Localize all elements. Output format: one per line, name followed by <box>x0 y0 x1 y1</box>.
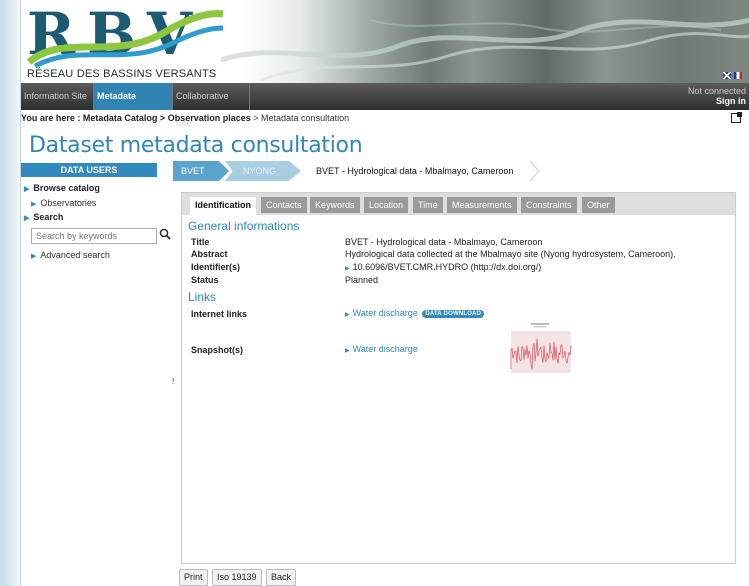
header-banner: R B V RÉSEAU DES BASSINS VERSANTS <box>21 0 749 83</box>
title-value: BVET - Hydrological data - Mbalmayo, Cam… <box>345 237 543 247</box>
tab-information-site[interactable]: Information Site <box>21 83 94 110</box>
keyword-search-input[interactable] <box>31 228 157 244</box>
triangle-right-icon: ▶ <box>31 253 37 260</box>
breadcrumb-metadata-catalog[interactable]: Metadata Catalog <box>83 113 158 123</box>
snapshot-water-discharge-link[interactable]: Water discharge <box>353 344 418 354</box>
sidebar-item-browse-catalog[interactable]: ▶ Browse catalog <box>24 183 100 193</box>
snapshot-thumbnail[interactable] <box>507 321 573 377</box>
metadata-panel: Identification Contacts Keywords Locatio… <box>181 192 736 564</box>
metadata-tabs: Identification Contacts Keywords Locatio… <box>182 193 735 215</box>
identifier-label: Identifier(s) <box>191 262 241 272</box>
tab-collaborative-site[interactable]: Collaborative Site <box>173 83 250 128</box>
status-label: Status <box>191 275 219 285</box>
sidebar-item-label: Observatories <box>40 198 97 208</box>
triangle-right-icon: ▶ <box>24 215 30 222</box>
river-photo <box>221 17 749 82</box>
french-flag-icon[interactable] <box>734 72 742 79</box>
svg-text:B: B <box>87 2 133 68</box>
back-button[interactable]: Back <box>266 569 297 586</box>
breadcrumb-prefix: You are here : <box>21 113 81 123</box>
tab-contacts[interactable]: Contacts <box>261 197 307 213</box>
abstract-label: Abstract <box>191 249 228 259</box>
tab-constraints[interactable]: Constraints <box>521 197 577 213</box>
sign-in-link[interactable]: Sign in <box>688 96 746 106</box>
abstract-value: Hydrological data collected at the Mbalm… <box>345 249 676 259</box>
internet-links-label: Internet links <box>191 309 248 319</box>
dataset-path-title: BVET - Hydrological data - Mbalmayo, Cam… <box>316 166 514 176</box>
breadcrumb-separator: > <box>159 113 166 123</box>
links-heading: Links <box>188 290 217 304</box>
water-discharge-link[interactable]: Water discharge <box>353 308 418 318</box>
triangle-right-icon: ▶ <box>345 266 350 272</box>
breadcrumb: You are here : Metadata Catalog > Observ… <box>21 113 349 123</box>
english-flag-icon[interactable] <box>723 72 731 79</box>
triangle-right-icon: ▶ <box>24 186 30 193</box>
tab-other[interactable]: Other <box>582 197 615 213</box>
data-download-badge[interactable]: DATA DOWNLOAD <box>422 310 485 318</box>
title-label: Title <box>191 237 210 247</box>
sidebar-item-advanced-search[interactable]: ▶ Advanced search <box>31 250 110 260</box>
site-subtitle: RÉSEAU DES BASSINS VERSANTS <box>27 68 217 80</box>
triangle-right-icon: ▶ <box>345 312 350 318</box>
internet-link-row: ▶ Water discharge DATA DOWNLOAD <box>345 308 485 318</box>
breadcrumb-current: Metadata consultation <box>261 113 350 123</box>
chevron-right-icon <box>529 160 540 182</box>
top-navbar: Information Site Metadata Catalog Collab… <box>21 83 749 128</box>
sidebar-marker: ! <box>172 377 175 386</box>
tab-time[interactable]: Time <box>413 197 443 213</box>
sidebar-item-observatories[interactable]: ▶ Observatories <box>31 198 96 208</box>
tab-metadata-catalog[interactable]: Metadata Catalog <box>94 83 173 128</box>
breadcrumb-separator: > <box>253 113 259 123</box>
sidebar-item-search[interactable]: ▶ Search <box>24 212 63 222</box>
tab-location[interactable]: Location <box>364 197 409 213</box>
page-frame: R B V RÉSEAU DES BASSINS VERSANTS Inform… <box>20 0 749 586</box>
sidebar-item-label: Advanced search <box>40 250 110 260</box>
external-link-icon[interactable] <box>731 112 742 123</box>
snapshot-link-row: ▶ Water discharge <box>345 344 418 354</box>
tab-measurements[interactable]: Measurements <box>447 197 517 213</box>
language-selector <box>723 72 742 79</box>
snapshots-label: Snapshot(s) <box>191 345 244 355</box>
page-title: Dataset metadata consultation <box>29 133 363 158</box>
search-icon[interactable] <box>159 228 171 240</box>
print-button[interactable]: Print <box>179 569 208 586</box>
tab-identification[interactable]: Identification <box>190 197 256 215</box>
sidebar-item-label: Search <box>33 212 64 222</box>
status-value: Planned <box>345 275 379 285</box>
sidebar-item-label: Browse catalog <box>33 183 100 193</box>
general-informations-heading: General informations <box>188 219 300 233</box>
identifier-value[interactable]: ▶ 10.6096/BVET.CMR.HYDRO (http://dx.doi.o… <box>345 262 541 272</box>
data-users-header: DATA USERS <box>21 163 157 177</box>
dataset-path-bvet[interactable]: BVET <box>173 161 229 181</box>
connection-status: Not connected Sign in <box>688 86 746 106</box>
rbv-logo-icon: R B V <box>26 2 224 68</box>
triangle-right-icon: ▶ <box>31 201 37 208</box>
dataset-path-nyong[interactable]: NYONG <box>225 161 301 181</box>
iso-19139-button[interactable]: Iso 19139 <box>212 569 262 586</box>
triangle-right-icon: ▶ <box>345 348 350 354</box>
connection-status-text: Not connected <box>687 86 746 96</box>
identifier-text: 10.6096/BVET.CMR.HYDRO (http://dx.doi.or… <box>352 262 542 272</box>
breadcrumb-observation-places[interactable]: Observation places <box>168 113 251 123</box>
tab-keywords[interactable]: Keywords <box>310 197 360 213</box>
